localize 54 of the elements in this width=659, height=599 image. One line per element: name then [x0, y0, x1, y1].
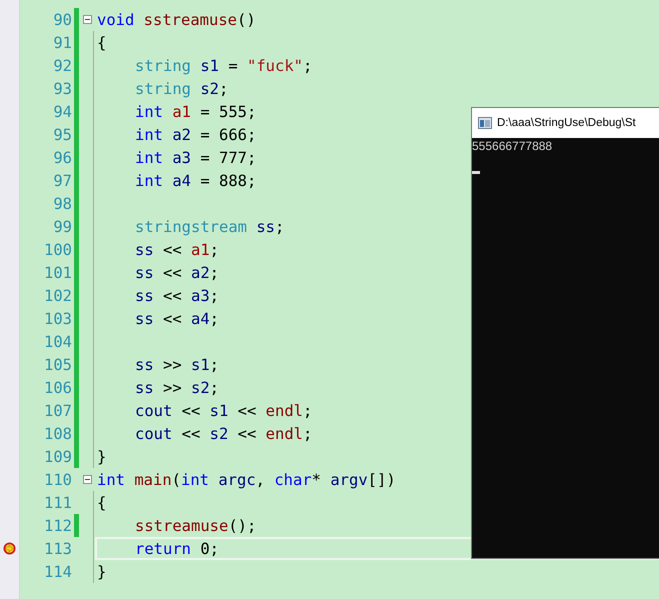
code-line: ss << a3;: [134, 286, 220, 304]
code-line: string s1 = "fuck";: [134, 56, 312, 74]
line-number: 100: [43, 240, 72, 258]
console-title: D:\aaa\StringUse\Debug\St: [497, 117, 636, 129]
code-line: ss << a2;: [134, 264, 220, 282]
code-line: }: [97, 448, 106, 466]
code-line: int main(int argc, char* argv[]): [97, 470, 396, 488]
code-line: int a3 = 777;: [134, 148, 256, 166]
code-line: sstreamuse();: [134, 516, 256, 534]
line-number: 97: [52, 172, 72, 190]
code-line: ss << a4;: [134, 310, 220, 328]
console-app-icon: [478, 117, 492, 129]
line-number: 93: [52, 80, 72, 98]
line-number: 95: [52, 126, 72, 144]
line-number: 105: [43, 356, 72, 374]
line-number: 104: [43, 332, 72, 350]
line-number: 101: [43, 264, 72, 282]
line-number: 113: [43, 540, 72, 558]
line-number: 99: [52, 218, 72, 236]
line-number: 92: [52, 56, 72, 74]
line-number: 90: [52, 10, 72, 28]
code-line: ss >> s1;: [134, 356, 220, 374]
code-line: cout << s1 << endl;: [134, 402, 312, 420]
line-number: 110: [43, 470, 72, 488]
code-line: stringstream ss;: [134, 218, 284, 236]
line-number: 106: [43, 378, 72, 396]
collapse-icon[interactable]: [83, 15, 92, 24]
line-number: 111: [43, 494, 72, 512]
console-cursor: [472, 171, 480, 174]
line-number: 107: [43, 402, 72, 420]
line-number: 102: [43, 286, 72, 304]
line-number: 108: [43, 424, 72, 442]
line-number: 109: [43, 448, 72, 466]
code-line: {: [97, 34, 106, 52]
code-line: cout << s2 << endl;: [134, 424, 312, 442]
console-output: 555666777888: [472, 138, 554, 153]
line-number: 94: [52, 102, 72, 120]
code-line: return 0;: [134, 540, 219, 558]
code-line: ss >> s2;: [134, 378, 220, 396]
line-number: 114: [43, 562, 72, 580]
collapse-icon[interactable]: [83, 475, 92, 484]
code-line: int a4 = 888;: [134, 172, 256, 190]
line-number: 98: [52, 194, 72, 212]
code-line: int a1 = 555;: [134, 102, 256, 120]
code-line: {: [97, 494, 106, 512]
line-number: 96: [52, 148, 72, 166]
code-line: void sstreamuse(): [97, 10, 256, 28]
code-line: int a2 = 666;: [134, 126, 256, 144]
code-line: string s2;: [134, 80, 228, 98]
line-number: 112: [43, 516, 72, 534]
line-number: 91: [52, 34, 72, 52]
code-line: ss << a1;: [134, 240, 220, 258]
line-number: 103: [43, 310, 72, 328]
code-line: }: [97, 562, 106, 580]
